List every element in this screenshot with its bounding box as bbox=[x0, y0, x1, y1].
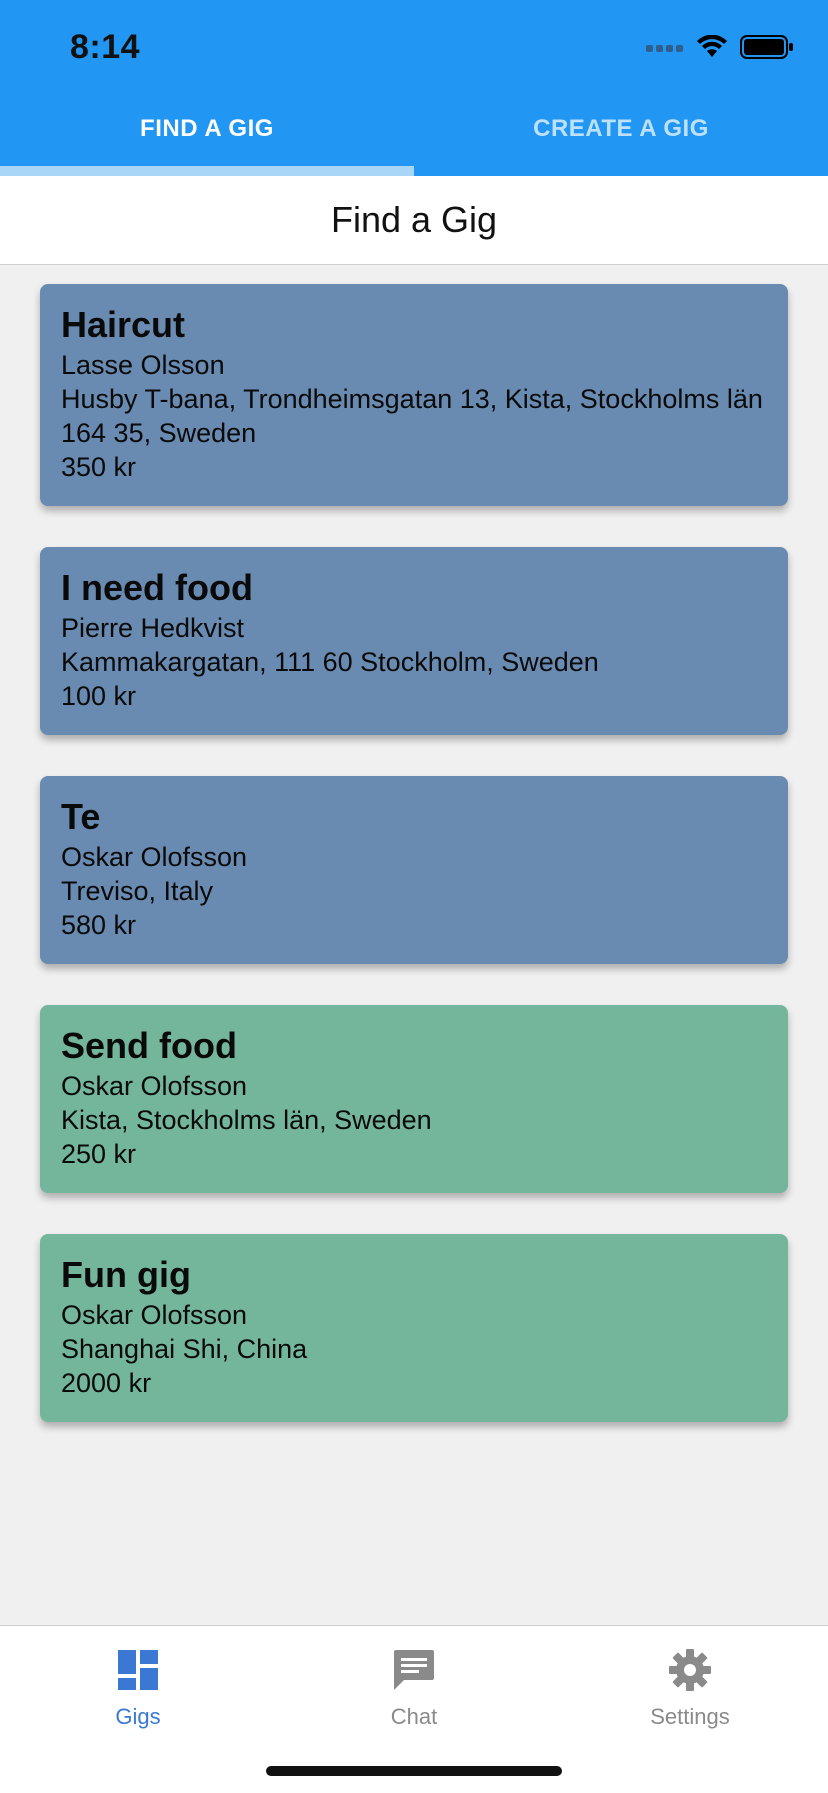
top-tabs: FIND A GIG CREATE A GIG bbox=[0, 90, 828, 176]
tab-create-a-gig[interactable]: CREATE A GIG bbox=[414, 90, 828, 176]
gig-title: Te bbox=[61, 796, 101, 837]
gig-card[interactable]: I need food Pierre Hedkvist Kammakargata… bbox=[40, 547, 788, 735]
nav-chat[interactable]: Chat bbox=[276, 1636, 552, 1746]
gig-card[interactable]: Te Oskar Olofsson Treviso, Italy 580 kr bbox=[40, 776, 788, 964]
gig-location: Husby T-bana, Trondheimsgatan 13, Kista,… bbox=[61, 384, 763, 448]
app-bar: 8:14 FIND A GIG CREATE A GIG bbox=[0, 0, 828, 176]
gig-location: Treviso, Italy bbox=[61, 876, 214, 906]
gig-price: 100 kr bbox=[61, 681, 137, 711]
gig-card[interactable]: Fun gig Oskar Olofsson Shanghai Shi, Chi… bbox=[40, 1234, 788, 1422]
nav-settings-label: Settings bbox=[650, 1704, 730, 1729]
nav-gigs-label: Gigs bbox=[115, 1704, 161, 1729]
nav-settings[interactable]: Settings bbox=[552, 1636, 828, 1746]
gig-location: Kammakargatan, 111 60 Stockholm, Sweden bbox=[61, 647, 599, 677]
cellular-signal-icon bbox=[646, 40, 684, 58]
gig-title: Haircut bbox=[61, 304, 186, 345]
wifi-icon bbox=[696, 34, 728, 64]
gig-price: 2000 kr bbox=[61, 1368, 152, 1398]
gig-price: 350 kr bbox=[61, 452, 137, 482]
gig-title: Fun gig bbox=[61, 1254, 191, 1295]
gear-icon bbox=[668, 1648, 712, 1692]
gig-person: Oskar Olofsson bbox=[61, 842, 248, 872]
gig-title: I need food bbox=[61, 567, 253, 608]
gig-location: Kista, Stockholms län, Sweden bbox=[61, 1105, 432, 1135]
battery-icon bbox=[740, 34, 794, 65]
chat-icon bbox=[392, 1648, 436, 1692]
status-icons bbox=[646, 34, 794, 64]
gig-list: Haircut Lasse Olsson Husby T-bana, Trond… bbox=[40, 284, 788, 1463]
gig-price: 580 kr bbox=[61, 910, 137, 940]
home-indicator[interactable] bbox=[266, 1766, 562, 1776]
gig-person: Oskar Olofsson bbox=[61, 1300, 248, 1330]
tab-find-a-gig[interactable]: FIND A GIG bbox=[0, 90, 414, 176]
status-time: 8:14 bbox=[70, 28, 141, 66]
gig-person: Lasse Olsson bbox=[61, 350, 225, 380]
nav-chat-label: Chat bbox=[390, 1704, 438, 1729]
gig-card[interactable]: Send food Oskar Olofsson Kista, Stockhol… bbox=[40, 1005, 788, 1193]
gig-person: Oskar Olofsson bbox=[61, 1071, 248, 1101]
gig-location: Shanghai Shi, China bbox=[61, 1334, 308, 1364]
dashboard-icon bbox=[116, 1648, 160, 1692]
gig-title: Send food bbox=[61, 1025, 237, 1066]
gig-price: 250 kr bbox=[61, 1139, 137, 1169]
page-title: Find a Gig bbox=[0, 176, 828, 265]
tab-indicator bbox=[0, 166, 414, 176]
nav-gigs[interactable]: Gigs bbox=[0, 1636, 276, 1746]
gig-person: Pierre Hedkvist bbox=[61, 613, 245, 643]
gig-card[interactable]: Haircut Lasse Olsson Husby T-bana, Trond… bbox=[40, 284, 788, 506]
